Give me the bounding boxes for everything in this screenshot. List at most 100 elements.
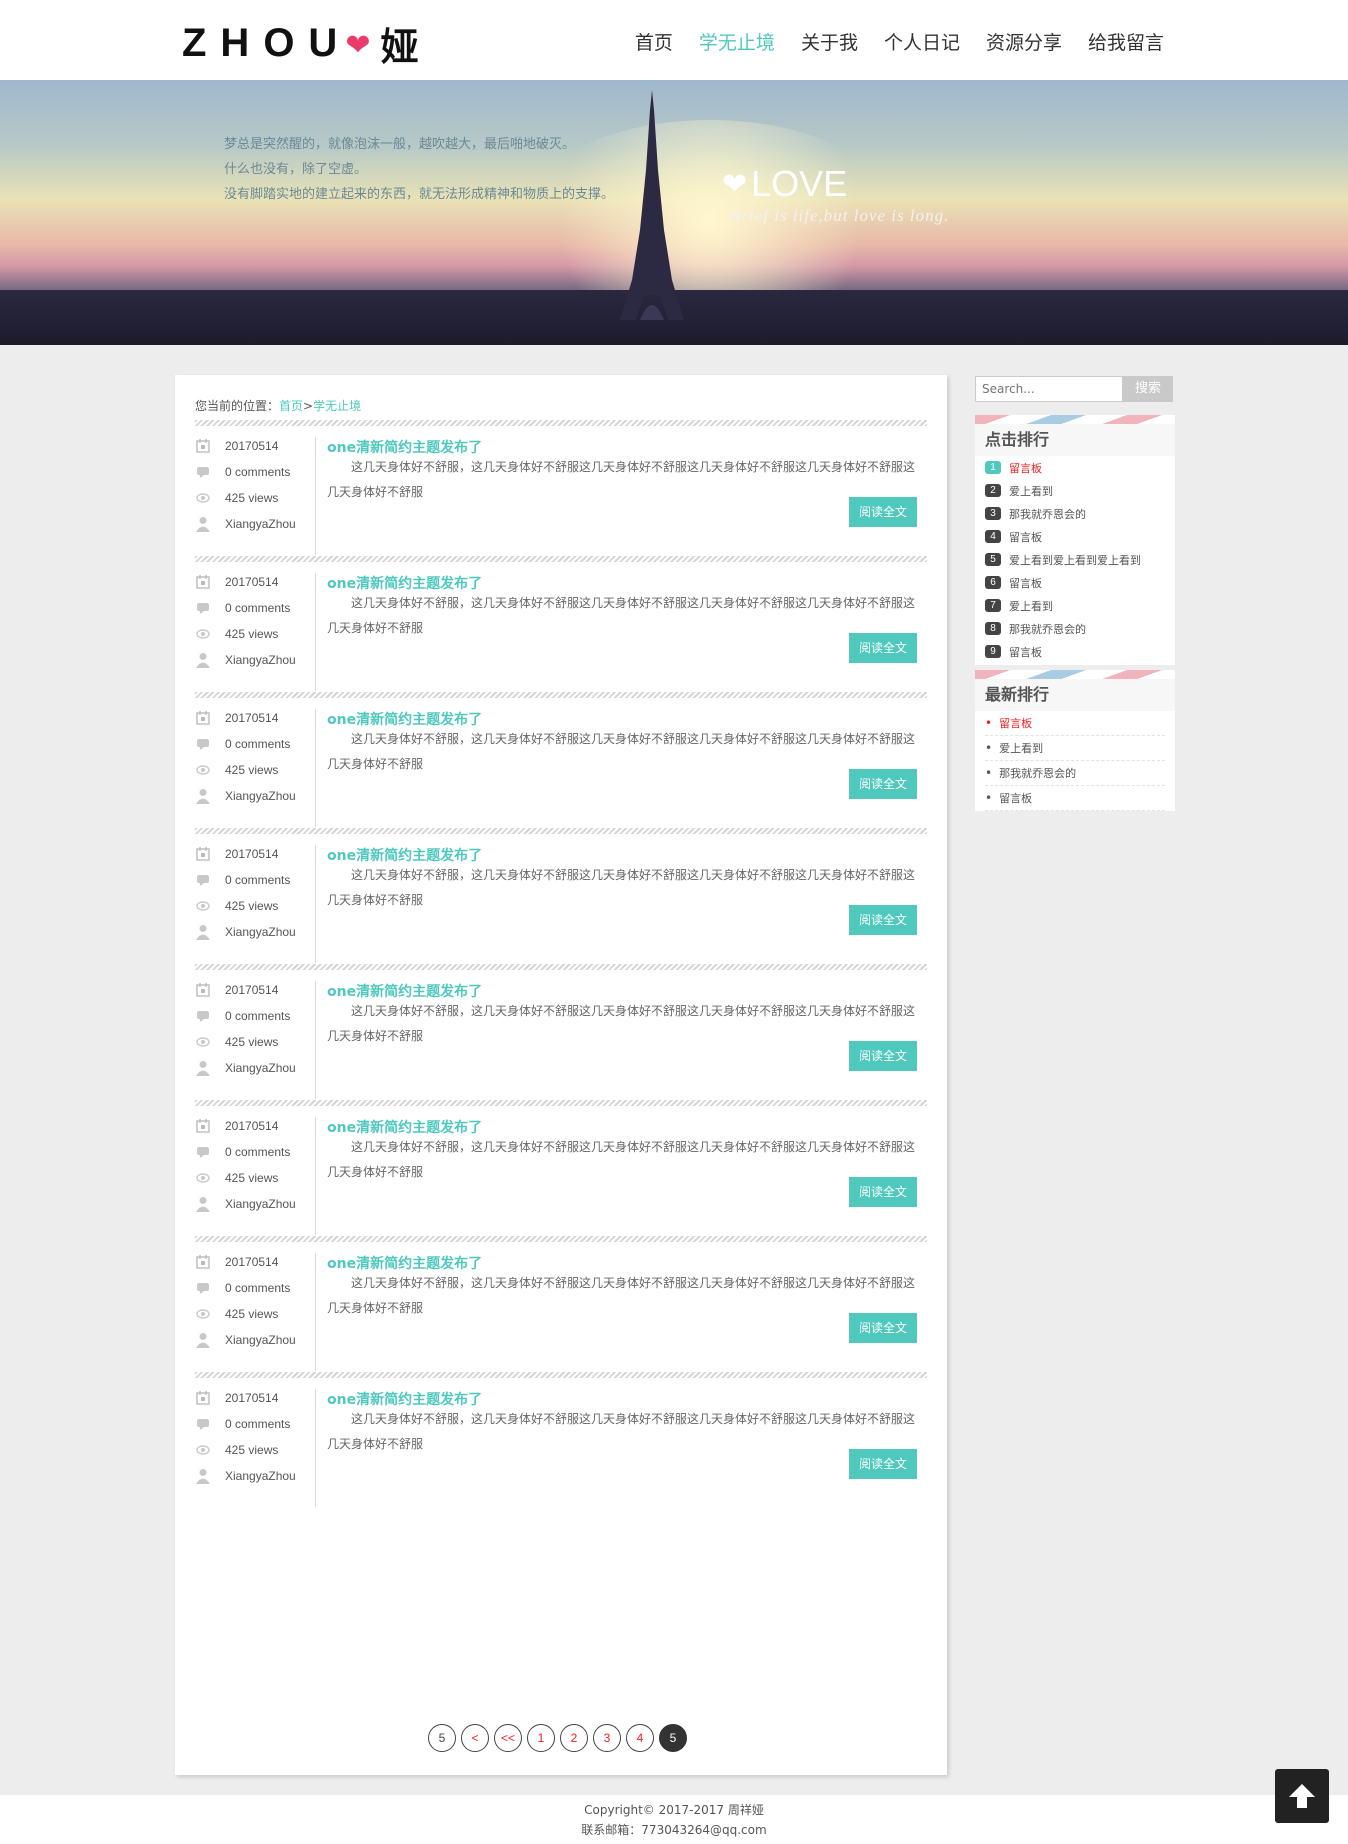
back-to-top-button[interactable] bbox=[1275, 1769, 1329, 1823]
post-divider bbox=[195, 556, 927, 562]
meta-author: XiangyaZhou bbox=[195, 923, 296, 941]
meta-author-text: XiangyaZhou bbox=[225, 789, 296, 803]
read-more-button[interactable]: 阅读全文 bbox=[849, 1449, 917, 1479]
nav-item[interactable]: 资源分享 bbox=[986, 28, 1062, 55]
rank-label: 爱上看到 bbox=[1009, 484, 1053, 498]
post-excerpt: 这几天身体好不舒服，这几天身体好不舒服这几天身体好不舒服这几天身体好不舒服这几天… bbox=[327, 868, 916, 907]
love-text: LOVE bbox=[751, 163, 848, 204]
latest-item[interactable]: • 留言板 bbox=[985, 711, 1165, 736]
post-title[interactable]: one清新简约主题发布了 bbox=[327, 573, 482, 593]
page-button[interactable]: 5 bbox=[428, 1724, 456, 1752]
page-button[interactable]: 3 bbox=[593, 1724, 621, 1752]
post-meta: 20170514 0 comments 425 views XiangyaZhou bbox=[195, 573, 316, 691]
latest-label: 留言板 bbox=[999, 792, 1033, 805]
meta-date: 20170514 bbox=[195, 1117, 278, 1135]
meta-views-text: 425 views bbox=[225, 899, 279, 913]
nav-item[interactable]: 关于我 bbox=[801, 28, 858, 55]
meta-date: 20170514 bbox=[195, 437, 278, 455]
user-icon bbox=[195, 788, 211, 804]
bullet-icon: • bbox=[985, 741, 993, 755]
rank-item[interactable]: 6 留言板 bbox=[975, 571, 1175, 594]
breadcrumb-home[interactable]: 首页 bbox=[279, 399, 303, 413]
calendar-icon bbox=[195, 438, 211, 454]
meta-date-text: 20170514 bbox=[225, 1119, 279, 1133]
read-more-button[interactable]: 阅读全文 bbox=[849, 1041, 917, 1071]
post-card: 20170514 0 comments 425 views XiangyaZhou on… bbox=[195, 437, 927, 567]
post-title[interactable]: one清新简约主题发布了 bbox=[327, 981, 482, 1001]
post-title[interactable]: one清新简约主题发布了 bbox=[327, 1117, 482, 1137]
meta-views: 425 views bbox=[195, 489, 278, 507]
rank-item[interactable]: 5 爱上看到爱上看到爱上看到 bbox=[975, 548, 1175, 571]
site-header: ZHOU ❤ 娅 首页 学无止境 关于我 个人日记 资源分享 给我留言 bbox=[0, 0, 1348, 80]
post-divider bbox=[195, 1236, 927, 1242]
rank-item[interactable]: 2 爱上看到 bbox=[975, 479, 1175, 502]
post-meta: 20170514 0 comments 425 views XiangyaZhou bbox=[195, 1389, 316, 1507]
rank-item[interactable]: 7 爱上看到 bbox=[975, 594, 1175, 617]
meta-date-text: 20170514 bbox=[225, 983, 279, 997]
post-title[interactable]: one清新简约主题发布了 bbox=[327, 1253, 482, 1273]
rank-item[interactable]: 8 那我就乔恩会的 bbox=[975, 617, 1175, 640]
latest-item[interactable]: • 爱上看到 bbox=[985, 736, 1165, 761]
meta-comments-text: 0 comments bbox=[225, 1009, 291, 1023]
nav-item[interactable]: 个人日记 bbox=[884, 28, 960, 55]
read-more-button[interactable]: 阅读全文 bbox=[849, 769, 917, 799]
meta-comments: 0 comments bbox=[195, 599, 290, 617]
nav-item[interactable]: 给我留言 bbox=[1088, 28, 1164, 55]
rank-label: 那我就乔恩会的 bbox=[1009, 507, 1086, 521]
post-card: 20170514 0 comments 425 views XiangyaZhou on… bbox=[195, 1389, 927, 1519]
rank-number: 2 bbox=[985, 484, 1001, 497]
meta-comments: 0 comments bbox=[195, 1415, 290, 1433]
post-meta: 20170514 0 comments 425 views XiangyaZhou bbox=[195, 437, 316, 555]
meta-author-text: XiangyaZhou bbox=[225, 1469, 296, 1483]
read-more-button[interactable]: 阅读全文 bbox=[849, 905, 917, 935]
post-title[interactable]: one清新简约主题发布了 bbox=[327, 845, 482, 865]
latest-item[interactable]: • 那我就乔恩会的 bbox=[985, 761, 1165, 786]
read-more-button[interactable]: 阅读全文 bbox=[849, 497, 917, 527]
page-button[interactable]: < bbox=[461, 1724, 489, 1752]
meta-date: 20170514 bbox=[195, 573, 278, 591]
meta-comments: 0 comments bbox=[195, 871, 290, 889]
site-footer: Copyright© 2017-2017 周祥娅 联系邮箱：773043264@… bbox=[0, 1795, 1348, 1844]
rank-item[interactable]: 3 那我就乔恩会的 bbox=[975, 502, 1175, 525]
post-excerpt: 这几天身体好不舒服，这几天身体好不舒服这几天身体好不舒服这几天身体好不舒服这几天… bbox=[327, 1140, 916, 1179]
search-input[interactable] bbox=[975, 376, 1123, 402]
rank-item[interactable]: 1 留言板 bbox=[975, 456, 1175, 479]
meta-views-text: 425 views bbox=[225, 627, 279, 641]
site-logo[interactable]: ZHOU ❤ 娅 bbox=[182, 18, 418, 69]
meta-author: XiangyaZhou bbox=[195, 1467, 296, 1485]
meta-author-text: XiangyaZhou bbox=[225, 1197, 296, 1211]
quote-line: 没有脚踏实地的建立起来的东西，就无法形成精神和物质上的支撑。 bbox=[224, 187, 615, 202]
post-title[interactable]: one清新简约主题发布了 bbox=[327, 709, 482, 729]
meta-comments-text: 0 comments bbox=[225, 601, 291, 615]
read-more-button[interactable]: 阅读全文 bbox=[849, 633, 917, 663]
rank-item[interactable]: 4 留言板 bbox=[975, 525, 1175, 548]
breadcrumb-current[interactable]: 学无止境 bbox=[313, 399, 361, 413]
page-button[interactable]: 4 bbox=[626, 1724, 654, 1752]
post-title[interactable]: one清新简约主题发布了 bbox=[327, 437, 482, 457]
meta-author-text: XiangyaZhou bbox=[225, 1061, 296, 1075]
read-more-button[interactable]: 阅读全文 bbox=[849, 1313, 917, 1343]
meta-author: XiangyaZhou bbox=[195, 787, 296, 805]
heart-icon: ❤ bbox=[345, 27, 371, 63]
rank-number: 4 bbox=[985, 530, 1001, 543]
nav-item[interactable]: 学无止境 bbox=[699, 28, 775, 55]
post-title[interactable]: one清新简约主题发布了 bbox=[327, 1389, 482, 1409]
page-button[interactable]: 2 bbox=[560, 1724, 588, 1752]
meta-date-text: 20170514 bbox=[225, 711, 279, 725]
page-button[interactable]: 1 bbox=[527, 1724, 555, 1752]
read-more-button[interactable]: 阅读全文 bbox=[849, 1177, 917, 1207]
post-divider bbox=[195, 1100, 927, 1106]
eye-icon bbox=[195, 762, 211, 778]
meta-comments-text: 0 comments bbox=[225, 1281, 291, 1295]
rank-item[interactable]: 9 留言板 bbox=[975, 640, 1175, 663]
comment-icon bbox=[195, 464, 211, 480]
page-button[interactable]: << bbox=[494, 1724, 522, 1752]
page-button[interactable]: 5 bbox=[659, 1724, 687, 1752]
eiffel-tower-icon bbox=[620, 90, 684, 320]
nav-item[interactable]: 首页 bbox=[635, 28, 673, 55]
latest-item[interactable]: • 留言板 bbox=[985, 786, 1165, 811]
search-button[interactable]: 搜索 bbox=[1123, 376, 1173, 402]
rank-number: 7 bbox=[985, 599, 1001, 612]
meta-author-text: XiangyaZhou bbox=[225, 653, 296, 667]
post-divider bbox=[195, 692, 927, 698]
